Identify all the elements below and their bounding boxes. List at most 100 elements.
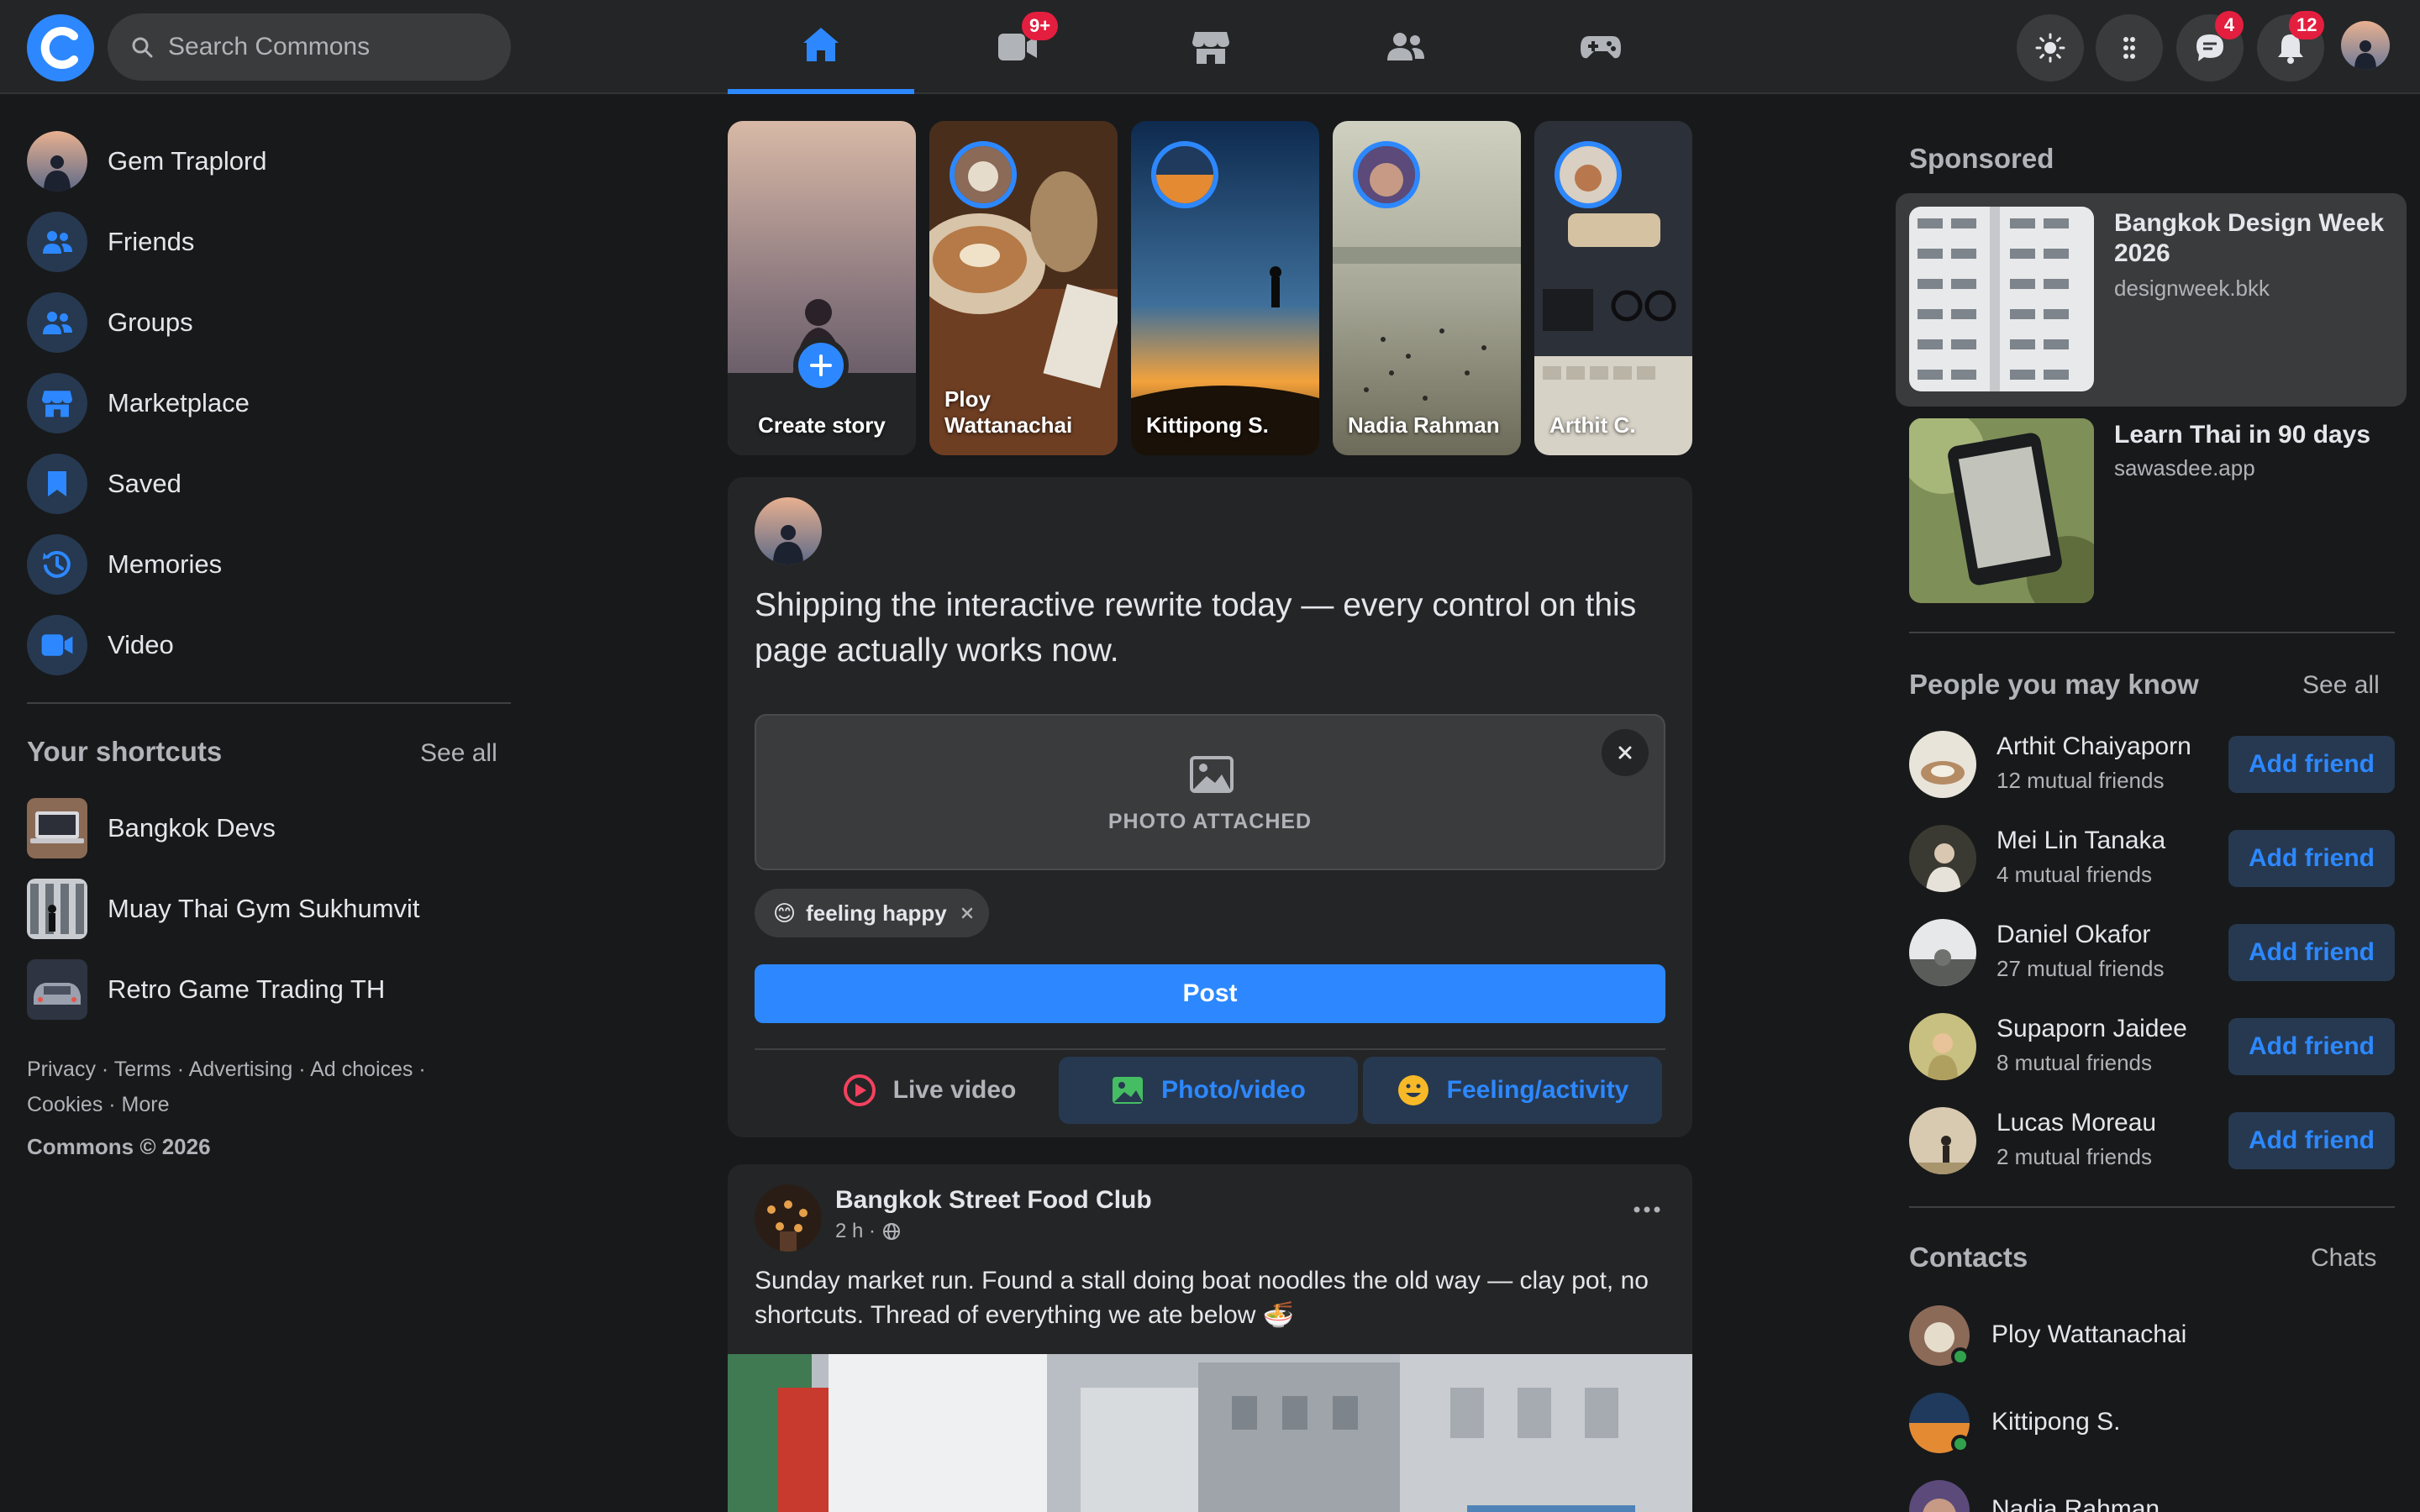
feed-post <box>728 1164 1692 1512</box>
contact-photo <box>1909 1480 1970 1512</box>
ad-title: Bangkok Design Week 2026 <box>2114 209 2385 267</box>
person-name[interactable]: Arthit Chaiyaporn <box>1996 732 2191 761</box>
story-card[interactable]: Nadia Rahman <box>1333 121 1521 455</box>
story-avatar <box>950 141 1017 208</box>
post-author-avatar[interactable] <box>755 1184 822 1252</box>
notifications-button[interactable]: 12 <box>2257 11 2325 81</box>
top-bar: 9+ <box>0 0 2420 94</box>
story-name: Arthit C. <box>1549 412 1636 438</box>
sponsored-ad[interactable]: Learn Thai in 90 days sawasdee.app <box>1896 405 2407 618</box>
shortcut-label: Retro Game Trading TH <box>108 974 386 1004</box>
sidebar-profile-name: Gem Traplord <box>108 146 267 176</box>
shortcut-thumbnail <box>27 959 87 1020</box>
remove-feeling-button[interactable] <box>960 906 974 920</box>
contact-name: Ploy Wattanachai <box>1991 1320 2187 1348</box>
smile-emoji-icon: 😊 <box>773 900 797 926</box>
messenger-button[interactable]: 4 <box>2176 11 2244 81</box>
add-friend-button[interactable]: Add friend <box>2228 1018 2395 1075</box>
tab-gaming[interactable] <box>1507 0 1694 94</box>
person-suggestion: Supaporn Jaidee 8 mutual friends Add fri… <box>1909 1010 2395 1084</box>
bookmark-icon <box>48 471 66 496</box>
person-suggestion: Mei Lin Tanaka 4 mutual friends Add frie… <box>1909 822 2395 895</box>
avatar <box>755 497 822 564</box>
profile-avatar-button[interactable] <box>2341 21 2390 70</box>
add-friend-button[interactable]: Add friend <box>2228 924 2395 981</box>
shortcut-thumbnail <box>27 798 87 858</box>
avatar[interactable] <box>1909 1107 1976 1174</box>
post-author-name[interactable]: Bangkok Street Food Club <box>835 1186 1152 1215</box>
avatar <box>755 1184 822 1252</box>
live-video-button[interactable]: Live video <box>780 1057 1079 1124</box>
shortcut-item[interactable]: Bangkok Devs <box>27 795 276 862</box>
avatar <box>1909 1480 1970 1512</box>
tab-home[interactable] <box>728 0 914 94</box>
avatar[interactable] <box>1909 731 1976 798</box>
person-suggestion: Daniel Okafor 27 mutual friends Add frie… <box>1909 916 2395 990</box>
sidebar-icon-wrap <box>27 373 87 433</box>
feeling-activity-button[interactable]: Feeling/activity <box>1363 1057 1662 1124</box>
person-name[interactable]: Lucas Moreau <box>1996 1109 2156 1137</box>
composer-text-area[interactable]: Shipping the interactive rewrite today —… <box>755 583 1670 674</box>
shortcut-item[interactable]: Muay Thai Gym Sukhumvit <box>27 875 420 942</box>
chats-link[interactable]: Chats <box>2311 1244 2376 1273</box>
contact-name: Nadia Rahman <box>1991 1495 2160 1512</box>
post-button[interactable]: Post <box>755 964 1665 1023</box>
footer-line[interactable]: Cookies · More <box>27 1087 497 1122</box>
footer-line[interactable]: Privacy · Terms · Advertising · Ad choic… <box>27 1052 497 1087</box>
contact-item[interactable]: Nadia Rahman <box>1909 1480 2380 1512</box>
shortcuts-see-all-link[interactable]: See all <box>420 739 497 768</box>
tab-marketplace[interactable] <box>1118 0 1304 94</box>
avatar[interactable] <box>1909 1013 1976 1080</box>
tab-video[interactable]: 9+ <box>924 0 1111 94</box>
add-friend-button[interactable]: Add friend <box>2228 736 2395 793</box>
person-name[interactable]: Mei Lin Tanaka <box>1996 827 2165 855</box>
photo-video-label: Photo/video <box>1161 1076 1306 1104</box>
shortcut-item[interactable]: Retro Game Trading TH <box>27 956 385 1023</box>
live-video-label: Live video <box>892 1076 1017 1104</box>
story-card[interactable]: Kittipong S. <box>1131 121 1319 455</box>
globe-icon <box>883 1223 901 1240</box>
menu-button[interactable] <box>2096 14 2163 81</box>
right-divider <box>1909 632 2395 633</box>
contact-item[interactable]: Ploy Wattanachai <box>1909 1305 2380 1373</box>
footer-links[interactable]: Privacy · Terms · Advertising · Ad choic… <box>27 1052 497 1122</box>
remove-photo-button[interactable] <box>1602 729 1649 776</box>
commons-logo[interactable] <box>27 14 94 81</box>
contact-item[interactable]: Kittipong S. <box>1909 1393 2380 1460</box>
sidebar-icon-wrap <box>27 292 87 353</box>
person-name[interactable]: Daniel Okafor <box>1996 921 2150 949</box>
sidebar-item-marketplace[interactable]: Marketplace <box>27 370 250 437</box>
avatar[interactable] <box>1909 919 1976 986</box>
sidebar-item-video[interactable]: Video <box>27 612 174 679</box>
people-see-all-link[interactable]: See all <box>2302 671 2380 700</box>
sidebar-item-saved[interactable]: Saved <box>27 450 182 517</box>
post-body-text: Sunday market run. Found a stall doing b… <box>755 1267 1649 1329</box>
person-name[interactable]: Supaporn Jaidee <box>1996 1015 2187 1043</box>
sidebar-item-memories[interactable]: Memories <box>27 531 222 598</box>
story-avatar-photo <box>955 146 1012 203</box>
tab-groups[interactable] <box>1313 0 1499 94</box>
person-photo <box>1909 731 1976 798</box>
avatar <box>27 131 87 192</box>
story-card[interactable]: Ploy Wattanachai <box>929 121 1118 455</box>
create-story-plus-button[interactable] <box>793 338 849 393</box>
person-photo <box>1909 919 1976 986</box>
sidebar-item-label: Friends <box>108 227 195 256</box>
add-friend-button[interactable]: Add friend <box>2228 830 2395 887</box>
gamepad-icon <box>1581 36 1621 59</box>
add-friend-button[interactable]: Add friend <box>2228 1112 2395 1169</box>
sidebar-profile[interactable]: Gem Traplord <box>27 128 267 195</box>
avatar[interactable] <box>1909 825 1976 892</box>
theme-toggle-button[interactable] <box>2017 14 2084 81</box>
sidebar-item-groups[interactable]: Groups <box>27 289 193 356</box>
story-card[interactable]: Arthit C. <box>1534 121 1692 455</box>
create-story-card[interactable]: Create story <box>728 121 916 455</box>
sidebar-item-friends[interactable]: Friends <box>27 208 194 276</box>
search-input[interactable] <box>168 33 487 61</box>
search-bar[interactable] <box>108 13 511 81</box>
sponsored-ad[interactable]: Bangkok Design Week 2026 designweek.bkk <box>1896 193 2407 407</box>
memories-icon <box>43 550 71 578</box>
photo-video-button[interactable]: Photo/video <box>1059 1057 1358 1124</box>
post-timestamp[interactable]: 2 h · <box>835 1220 876 1243</box>
post-options-button[interactable] <box>1630 1193 1664 1226</box>
